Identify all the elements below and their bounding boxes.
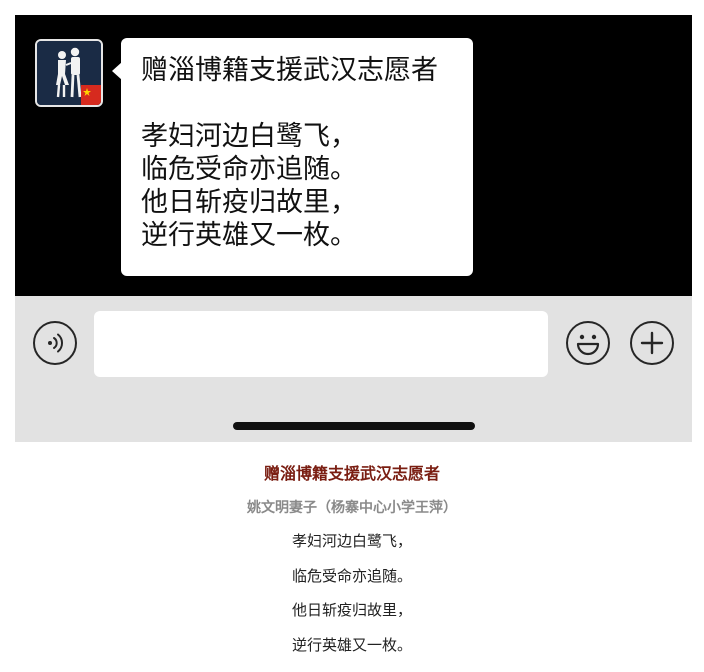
message-text: 赠淄博籍支援武汉志愿者 孝妇河边白鹭飞， 临危受命亦追随。 他日斩疫归故里， 逆…	[141, 54, 438, 252]
message-input[interactable]	[94, 311, 548, 377]
message-title: 赠淄博籍支援武汉志愿者	[141, 55, 438, 86]
message-line: 逆行英雄又一枚。	[141, 220, 357, 251]
plus-icon	[640, 331, 664, 355]
chat-area: 赠淄博籍支援武汉志愿者 孝妇河边白鹭飞， 临危受命亦追随。 他日斩疫归故里， 逆…	[15, 15, 692, 296]
input-bar	[15, 296, 692, 442]
emoji-button[interactable]	[566, 321, 610, 365]
poem-line: 逆行英雄又一枚。	[291, 636, 412, 654]
message-bubble[interactable]: 赠淄博籍支援武汉志愿者 孝妇河边白鹭飞， 临危受命亦追随。 他日斩疫归故里， 逆…	[112, 38, 473, 276]
couple-silhouette-icon	[37, 41, 101, 105]
voice-icon	[48, 333, 64, 353]
poem-line: 临危受命亦追随。	[291, 567, 412, 585]
poem-author: 姚文明妻子（杨寨中心小学王萍）	[247, 500, 457, 516]
message-line: 孝妇河边白鹭飞，	[141, 121, 357, 152]
home-indicator[interactable]	[233, 422, 475, 430]
flag-icon	[81, 85, 101, 105]
avatar[interactable]	[35, 39, 103, 107]
voice-button[interactable]	[33, 321, 77, 365]
emoji-icon	[576, 334, 600, 356]
poem-title: 赠淄博籍支援武汉志愿者	[263, 464, 440, 483]
poem-line: 他日斩疫归故里，	[291, 601, 412, 619]
message-line: 他日斩疫归故里，	[141, 187, 357, 218]
poem-line: 孝妇河边白鹭飞，	[291, 532, 412, 550]
plus-button[interactable]	[630, 321, 674, 365]
message-line: 临危受命亦追随。	[141, 154, 357, 185]
